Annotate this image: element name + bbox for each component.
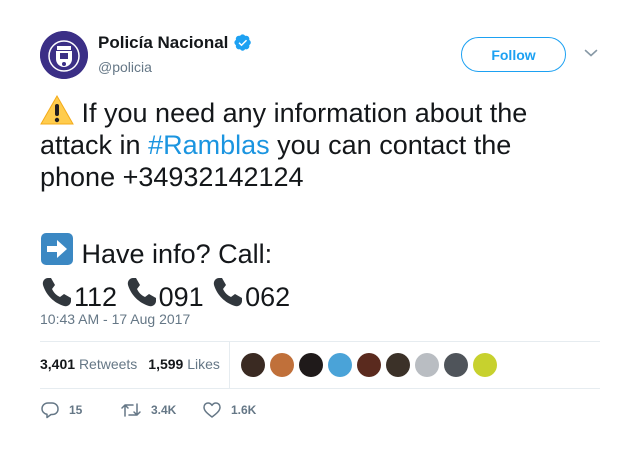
police-badge-icon <box>40 31 88 79</box>
phone-icon <box>213 278 243 307</box>
retweet-button[interactable]: 3.4K <box>120 401 202 419</box>
liker-avatars <box>241 353 502 377</box>
tweet-line-3: phone +34932142124 <box>40 162 304 192</box>
liker-avatar[interactable] <box>241 353 265 377</box>
like-button[interactable]: 1.6K <box>202 401 282 419</box>
chevron-down-icon[interactable] <box>584 48 598 58</box>
call-number-2[interactable]: 091 <box>159 282 204 312</box>
handle[interactable]: @policia <box>98 59 152 75</box>
right-arrow-icon <box>41 233 73 265</box>
call-number-1[interactable]: 112 <box>74 282 117 312</box>
retweet-icon <box>121 403 141 417</box>
liker-avatar[interactable] <box>357 353 381 377</box>
phone-icon <box>42 278 71 307</box>
liker-avatar[interactable] <box>270 353 294 377</box>
divider <box>40 388 600 389</box>
tweet-text: If you need any information about the at… <box>40 95 600 315</box>
liker-avatar[interactable] <box>415 353 439 377</box>
reply-button[interactable]: 15 <box>40 401 120 419</box>
liker-avatar[interactable] <box>444 353 468 377</box>
tweet-line-2: attack in #Ramblas you can contact the <box>40 130 512 160</box>
reply-icon <box>41 402 59 419</box>
call-number-3[interactable]: 062 <box>245 282 290 312</box>
tweet-line-1: If you need any information about the <box>40 95 600 129</box>
timestamp[interactable]: 10:43 AM - 17 Aug 2017 <box>40 311 190 327</box>
display-name[interactable]: Policía Nacional <box>98 33 228 53</box>
hashtag-link[interactable]: #Ramblas <box>148 130 270 160</box>
follow-button[interactable]: Follow <box>461 37 566 72</box>
liker-avatar[interactable] <box>299 353 323 377</box>
engagement-stats: 3,401 Retweets 1,599 Likes <box>40 356 231 372</box>
tweet-line-5: 112 091 062 <box>40 275 600 315</box>
warning-icon <box>40 95 74 125</box>
liker-avatar[interactable] <box>386 353 410 377</box>
name-row: Policía Nacional <box>98 33 252 53</box>
retweets-stat[interactable]: 3,401 Retweets <box>40 356 137 372</box>
divider <box>40 341 600 342</box>
verified-badge-icon <box>234 34 252 51</box>
likes-stat[interactable]: 1,599 Likes <box>148 356 220 372</box>
avatar[interactable] <box>40 31 88 79</box>
liker-avatar[interactable] <box>473 353 497 377</box>
heart-icon <box>203 402 221 418</box>
tweet-line-4: Have info? Call: <box>40 232 600 272</box>
liker-avatar[interactable] <box>328 353 352 377</box>
action-bar: 15 3.4K 1.6K <box>40 401 282 419</box>
phone-icon <box>127 278 156 307</box>
